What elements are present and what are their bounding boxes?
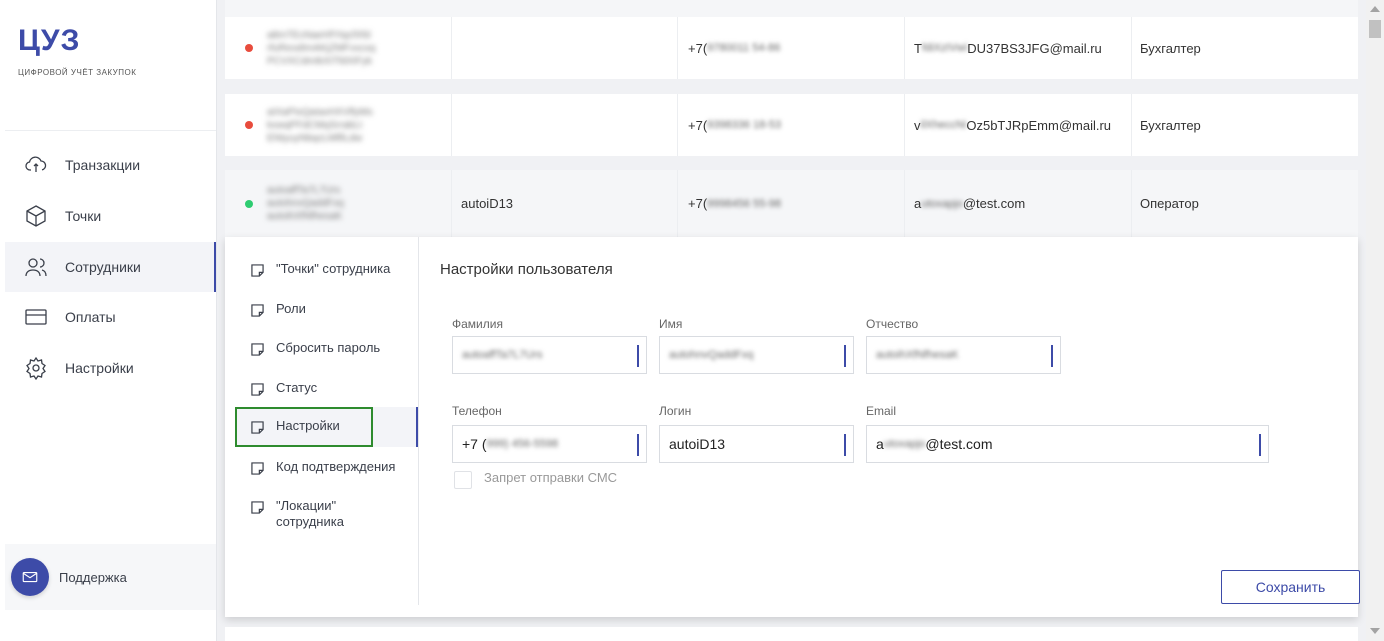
scroll-thumb[interactable]	[1369, 20, 1381, 38]
sidebar-item-payments[interactable]: Оплаты	[5, 292, 216, 342]
employee-phone: +7(9780011 54-86	[688, 40, 781, 56]
selection-highlight	[235, 407, 373, 447]
menu-item-roles[interactable]: Роли	[235, 301, 418, 317]
employee-login: autoiD13	[461, 196, 514, 211]
phone-label: Телефон	[452, 404, 502, 418]
sidebar-item-label: Оплаты	[65, 309, 116, 325]
patronymic-field[interactable]: autoihXfNfhesaK	[866, 336, 1061, 374]
employee-phone: +7(9998456 55-98	[688, 196, 782, 211]
cloud-sync-icon	[23, 152, 49, 178]
panel-menu: "Точки" сотрудника Роли Сбросить пароль …	[225, 237, 419, 605]
employee-details-panel: "Точки" сотрудника Роли Сбросить пароль …	[225, 237, 1360, 617]
sidebar-item-employees[interactable]: Сотрудники	[5, 242, 216, 292]
sidebar-divider	[5, 130, 216, 131]
table-row[interactable]: a8mTEcNaeHfYtqcfXfd rfuReodImAKjZMFvxcxq…	[225, 17, 1358, 79]
save-button[interactable]: Сохранить	[1221, 570, 1360, 604]
note-icon	[251, 343, 264, 356]
menu-item-employee-locations[interactable]: "Локации" сотрудника	[235, 498, 395, 530]
phone-field[interactable]: +7 (999) 456-5598	[452, 425, 647, 463]
surname-field[interactable]: autoaffTa7L7Urs	[452, 336, 647, 374]
table-row-partial	[225, 627, 1358, 641]
status-dot	[245, 199, 253, 208]
login-field[interactable]: autoiD13	[659, 425, 854, 463]
panel-title: Настройки пользователя	[440, 261, 613, 278]
table-row-selected[interactable]: autoaffTa7L7Urs autohnvQaddFxq autoihXfN…	[225, 170, 1358, 237]
login-label: Логин	[659, 404, 692, 418]
sidebar-item-label: Настройки	[65, 360, 134, 376]
employee-name: autoaffTa7L7Urs autohnvQaddFxq autoihXfN…	[267, 185, 344, 222]
sidebar-item-transactions[interactable]: Транзакции	[5, 140, 216, 190]
note-icon	[251, 501, 264, 514]
sidebar-item-label: Транзакции	[65, 157, 141, 173]
menu-item-status[interactable]: Статус	[235, 380, 418, 396]
menu-item-confirmation-code[interactable]: Код подтверждения	[235, 459, 418, 475]
gear-icon	[23, 355, 49, 381]
sidebar-item-points[interactable]: Точки	[5, 191, 216, 241]
employee-email: TfdiXzIVwi DU37BS3JFG@mail.ru	[914, 40, 1102, 56]
employee-name: a8mTEcNaeHfYtqcfXfd rfuReodImAKjZMFvxcxq…	[267, 29, 376, 67]
mail-icon	[22, 571, 38, 583]
support-label[interactable]: Поддержка	[59, 570, 127, 585]
employee-name: aIXaPIxQaIaxHXVlfyMs kxwqPFdCMqSrrabLt E…	[267, 106, 373, 144]
logo[interactable]: ЦУЗ	[18, 24, 80, 58]
scrollbar[interactable]	[1366, 0, 1384, 641]
note-icon	[251, 304, 264, 317]
sidebar-item-label: Точки	[65, 208, 102, 224]
menu-item-employee-points[interactable]: "Точки" сотрудника	[235, 261, 418, 277]
employee-phone: +7(9398336 18-53	[688, 117, 782, 133]
users-icon	[23, 254, 49, 280]
employee-email: v ilXheccNi Oz5bTJRpEmm@mail.ru	[914, 117, 1112, 133]
card-icon	[23, 304, 49, 330]
sms-block-checkbox[interactable]	[454, 471, 472, 489]
employee-email: a utoxapjo @test.com	[914, 196, 1026, 211]
scroll-down-icon[interactable]	[1370, 628, 1380, 634]
logo-subtitle: ЦИФРОВОЙ УЧЁТ ЗАКУПОК	[18, 68, 137, 77]
employee-role: Бухгалтер	[1140, 117, 1201, 133]
status-dot	[245, 121, 253, 129]
menu-item-reset-password[interactable]: Сбросить пароль	[235, 340, 418, 356]
email-field[interactable]: a utoxapjo @test.com	[866, 425, 1269, 463]
note-icon	[251, 264, 264, 277]
status-dot	[245, 44, 253, 52]
sms-block-label: Запрет отправки СМС	[484, 470, 618, 485]
email-label: Email	[866, 404, 897, 418]
name-label: Имя	[659, 317, 683, 331]
patronymic-label: Отчество	[866, 317, 919, 331]
sidebar: ЦУЗ ЦИФРОВОЙ УЧЁТ ЗАКУПОК Транзакции Точ…	[0, 0, 217, 641]
sidebar-item-label: Сотрудники	[65, 259, 141, 275]
name-field[interactable]: autohnvQaddFxq	[659, 336, 854, 374]
scroll-up-icon[interactable]	[1370, 6, 1380, 12]
employee-role: Оператор	[1140, 196, 1199, 211]
employee-role: Бухгалтер	[1140, 40, 1201, 56]
table-row[interactable]: aIXaPIxQaIaxHXVlfyMs kxwqPFdCMqSrrabLt E…	[225, 94, 1358, 156]
note-icon	[251, 383, 264, 396]
surname-label: Фамилия	[452, 317, 503, 331]
table-row-partial	[225, 0, 1358, 17]
support-button[interactable]	[11, 558, 49, 596]
note-icon	[251, 462, 264, 475]
cube-icon	[23, 203, 49, 229]
support-block[interactable]: Поддержка	[5, 544, 216, 610]
sidebar-item-settings[interactable]: Настройки	[5, 343, 216, 393]
